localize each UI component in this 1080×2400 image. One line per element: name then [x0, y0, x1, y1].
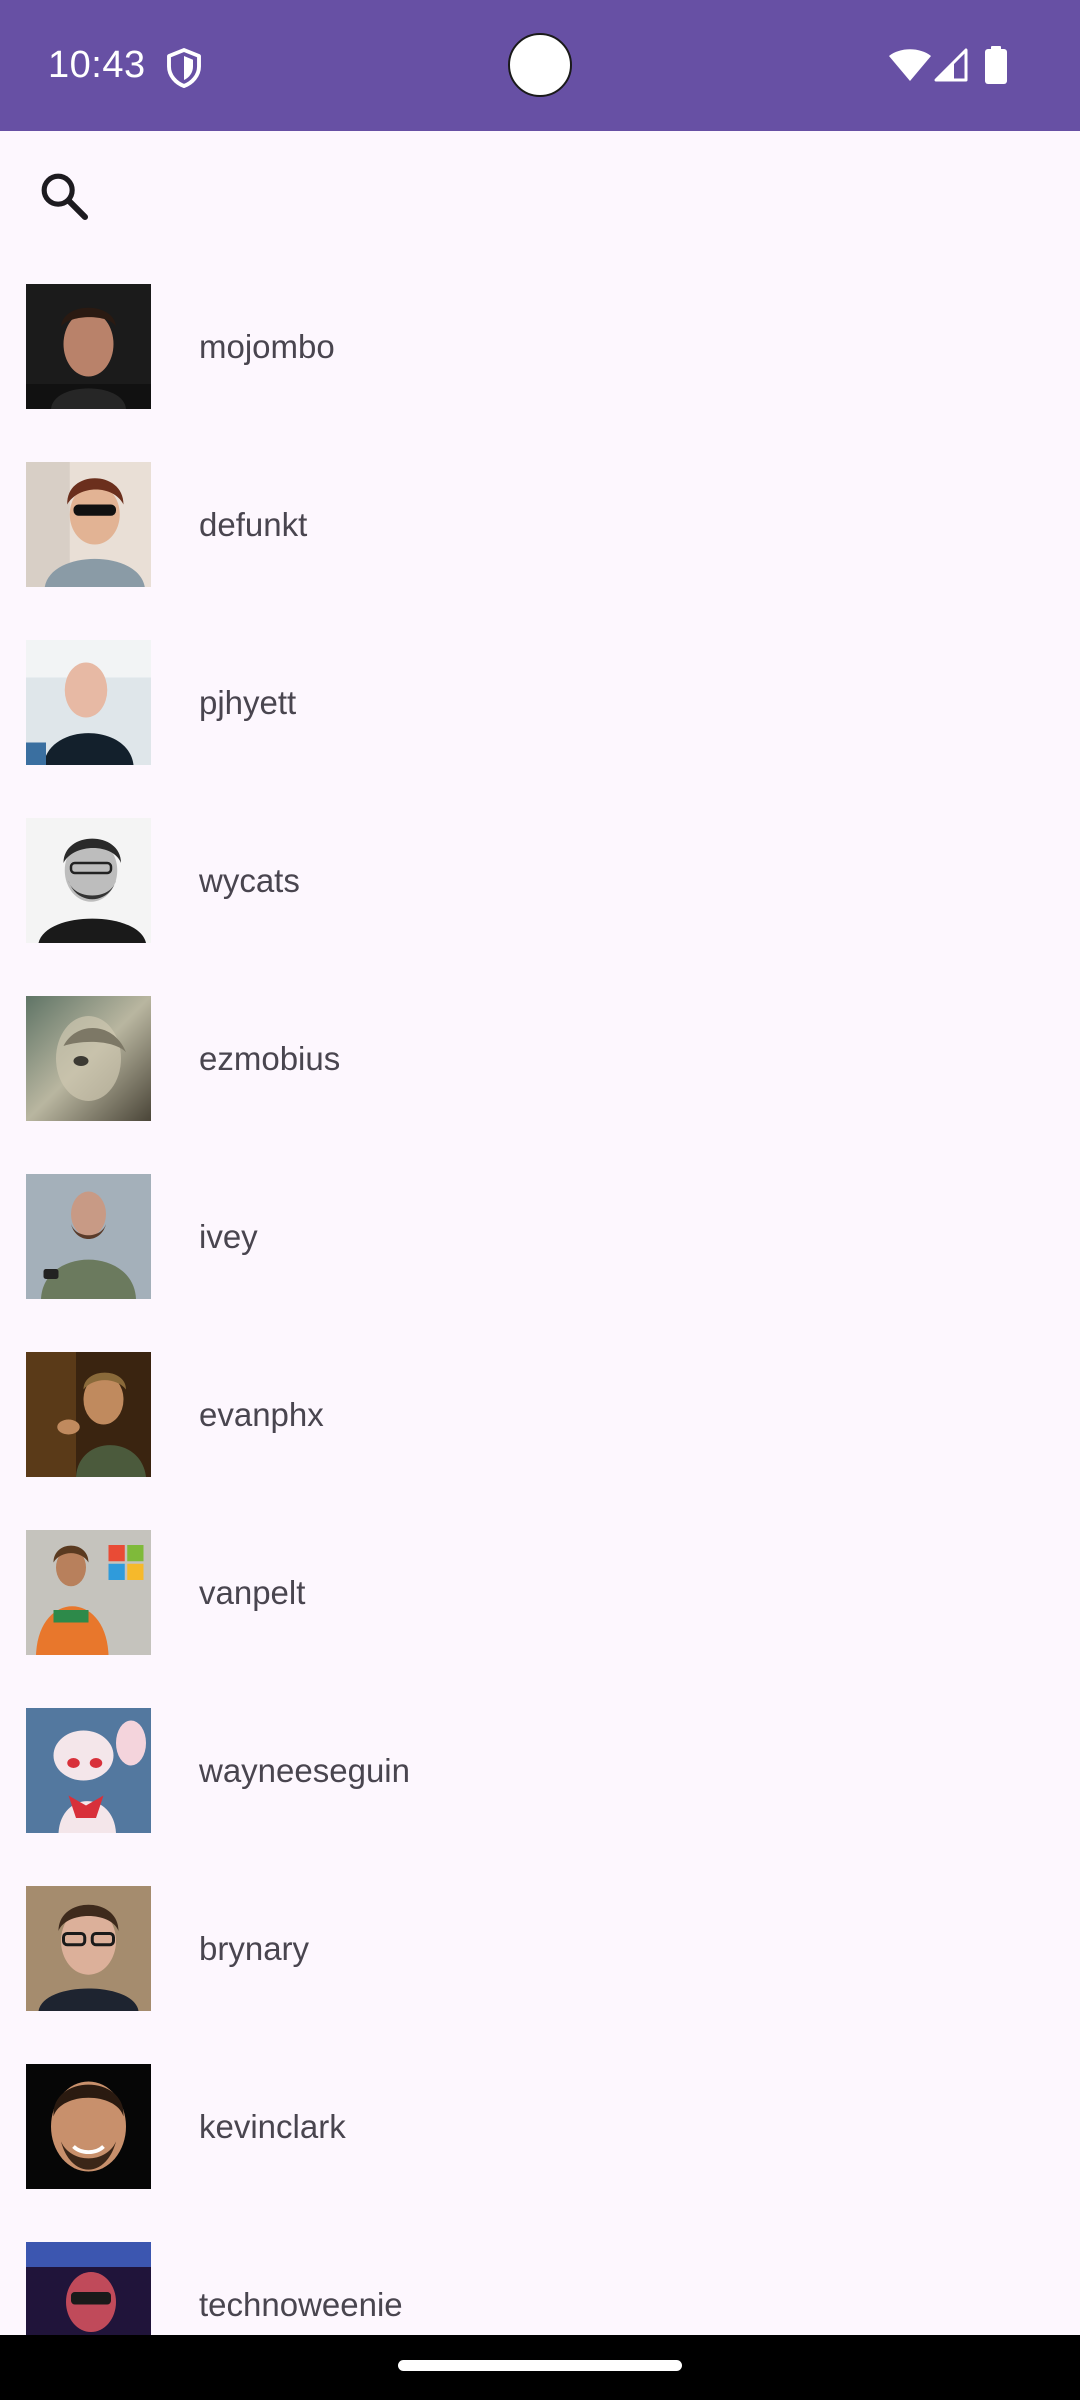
username: technoweenie [199, 2286, 403, 2323]
navigation-bar [0, 2335, 1080, 2400]
user-row[interactable]: brynary [0, 1869, 1080, 2047]
user-avatar [26, 996, 151, 1121]
user-avatar [26, 1708, 151, 1833]
search-icon [41, 173, 89, 221]
username: kevinclark [199, 2108, 346, 2145]
user-row[interactable]: vanpelt [0, 1513, 1080, 1691]
user-list-screen: 10:43 mojombo defunkt pjhyett wycats ezm… [0, 0, 1080, 2400]
wifi-icon [889, 49, 931, 81]
username: ivey [199, 1218, 258, 1255]
user-row[interactable]: ezmobius [0, 979, 1080, 1157]
user-avatar [26, 818, 151, 943]
user-row[interactable]: evanphx [0, 1335, 1080, 1513]
user-avatar [26, 1886, 151, 2011]
username: vanpelt [199, 1574, 306, 1611]
user-avatar [26, 1530, 151, 1655]
battery-icon [985, 46, 1007, 84]
user-avatar [26, 462, 151, 587]
username: ezmobius [199, 1040, 341, 1077]
user-row[interactable]: mojombo [0, 267, 1080, 445]
status-time: 10:43 [48, 44, 146, 86]
username: mojombo [199, 328, 335, 365]
user-avatar [26, 284, 151, 409]
user-avatar [26, 640, 151, 765]
search-button[interactable] [28, 160, 100, 232]
username: wayneeseguin [199, 1752, 410, 1789]
shield-icon [167, 48, 201, 88]
user-avatar [26, 2064, 151, 2189]
username: brynary [199, 1930, 310, 1967]
home-gesture-handle[interactable] [398, 2360, 682, 2371]
signal-icon [934, 48, 968, 82]
user-row[interactable]: pjhyett [0, 623, 1080, 801]
user-row[interactable]: wycats [0, 801, 1080, 979]
username: pjhyett [199, 684, 297, 721]
user-row[interactable]: defunkt [0, 445, 1080, 623]
user-row[interactable]: ivey [0, 1157, 1080, 1335]
username: evanphx [199, 1396, 324, 1433]
username: defunkt [199, 506, 308, 543]
username: wycats [199, 862, 300, 899]
user-row[interactable]: kevinclark [0, 2047, 1080, 2225]
user-avatar [26, 1352, 151, 1477]
user-list[interactable]: mojombo defunkt pjhyett wycats ezmobius … [0, 267, 1080, 2400]
camera-cutout [508, 33, 572, 97]
user-avatar [26, 1174, 151, 1299]
status-bar: 10:43 [0, 0, 1080, 131]
user-row[interactable]: wayneeseguin [0, 1691, 1080, 1869]
